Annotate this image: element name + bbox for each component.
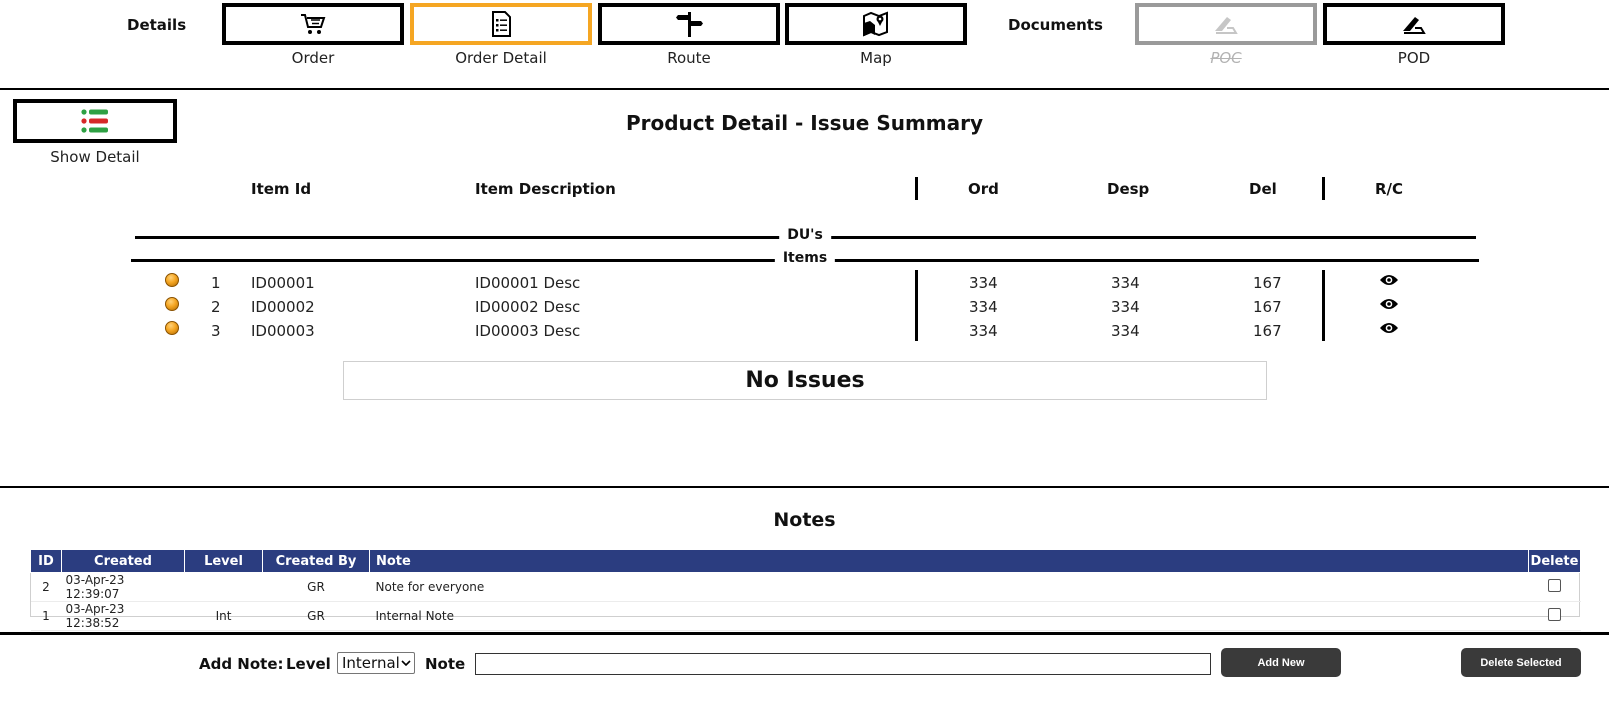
- column-separator: [1322, 177, 1325, 200]
- desp-value: 334: [1111, 322, 1140, 340]
- note-label: Note: [425, 655, 466, 673]
- dus-label: DU's: [779, 227, 831, 243]
- note-id: 1: [30, 601, 62, 631]
- item-id: ID00002: [251, 298, 315, 316]
- desp-value: 334: [1111, 274, 1140, 292]
- notes-table: ID Created Level Created By Note Delete …: [30, 549, 1581, 631]
- item-description: ID00003 Desc: [475, 322, 581, 340]
- order-caption: Order: [291, 49, 335, 67]
- del-value: 167: [1253, 274, 1282, 292]
- table-row: 2 03-Apr-23 12:39:07 GR Note for everyon…: [30, 572, 1581, 602]
- note-id: 2: [30, 572, 62, 602]
- ord-header: Ord: [968, 180, 999, 198]
- issues-summary-box: No Issues: [343, 361, 1267, 400]
- note-text: Note for everyone: [369, 572, 1529, 602]
- id-column-header[interactable]: ID: [30, 549, 62, 573]
- created-column-header[interactable]: Created: [61, 549, 185, 573]
- status-indicator-icon: [165, 273, 179, 287]
- ord-value: 334: [969, 274, 998, 292]
- add-new-button[interactable]: Add New: [1221, 648, 1341, 677]
- item-description: ID00002 Desc: [475, 298, 581, 316]
- desp-header: Desp: [1107, 180, 1150, 198]
- eye-icon[interactable]: [1379, 321, 1399, 335]
- chevron-down-icon: [401, 660, 411, 666]
- created-by-column-header[interactable]: Created By: [262, 549, 370, 573]
- item-description: ID00001 Desc: [475, 274, 581, 292]
- pod-button[interactable]: [1323, 3, 1505, 45]
- status-indicator-icon: [165, 297, 179, 311]
- row-number: 3: [211, 322, 221, 340]
- notes-header-row: ID Created Level Created By Note Delete: [30, 549, 1581, 573]
- rc-header: R/C: [1375, 180, 1404, 198]
- map-caption: Map: [860, 49, 892, 67]
- note-created: 03-Apr-23 12:39:07: [61, 572, 185, 602]
- cart-icon: [301, 14, 326, 34]
- note-created-by: GR: [262, 572, 370, 602]
- ord-value: 334: [969, 322, 998, 340]
- poc-caption: POC: [1210, 49, 1242, 67]
- item-id: ID00001: [251, 274, 315, 292]
- details-group-label: Details: [127, 16, 187, 34]
- add-note-divider: [0, 632, 1609, 635]
- status-indicator-icon: [165, 321, 179, 335]
- header-divider: [0, 88, 1609, 90]
- scanner-icon: [1215, 17, 1238, 34]
- show-detail-caption: Show Detail: [50, 148, 140, 166]
- note-created-by: GR: [262, 601, 370, 631]
- eye-icon[interactable]: [1379, 273, 1399, 287]
- ord-value: 334: [969, 298, 998, 316]
- product-detail-title: Product Detail - Issue Summary: [625, 111, 984, 135]
- delete-checkbox[interactable]: [1548, 608, 1561, 621]
- scanner-icon: [1403, 17, 1426, 34]
- note-column-header[interactable]: Note: [369, 549, 1529, 573]
- level-label: Level: [286, 655, 331, 673]
- document-list-icon: [492, 11, 511, 37]
- item-id: ID00003: [251, 322, 315, 340]
- map-pin-icon: [863, 11, 888, 37]
- route-button[interactable]: [598, 3, 780, 45]
- delete-selected-button[interactable]: Delete Selected: [1461, 648, 1581, 677]
- level-select-value: Internal: [342, 654, 400, 672]
- table-row: 1 03-Apr-23 12:38:52 Int GR Internal Not…: [30, 601, 1581, 631]
- del-value: 167: [1253, 322, 1282, 340]
- desp-value: 334: [1111, 298, 1140, 316]
- item-id-header: Item Id: [251, 180, 312, 198]
- note-created: 03-Apr-23 12:38:52: [61, 601, 185, 631]
- order-button[interactable]: [222, 3, 404, 45]
- column-separator: [915, 177, 918, 200]
- level-select[interactable]: Internal: [337, 652, 415, 674]
- delete-checkbox[interactable]: [1548, 579, 1561, 592]
- del-value: 167: [1253, 298, 1282, 316]
- eye-icon[interactable]: [1379, 297, 1399, 311]
- pod-caption: POD: [1397, 49, 1431, 67]
- note-text: Internal Note: [369, 601, 1529, 631]
- del-header: Del: [1249, 180, 1277, 198]
- note-input[interactable]: [475, 653, 1211, 675]
- row-column-separator: [915, 270, 918, 341]
- row-number: 2: [211, 298, 221, 316]
- documents-group-label: Documents: [1008, 16, 1103, 34]
- route-caption: Route: [667, 49, 711, 67]
- order-detail-caption: Order Detail: [455, 49, 547, 67]
- note-level: Int: [184, 601, 263, 631]
- row-number: 1: [211, 274, 221, 292]
- poc-button[interactable]: [1135, 3, 1317, 45]
- map-button[interactable]: [785, 3, 967, 45]
- items-label: Items: [774, 250, 836, 266]
- row-column-separator: [1322, 270, 1325, 341]
- delete-column-header[interactable]: Delete: [1528, 549, 1581, 573]
- notes-divider: [0, 486, 1609, 488]
- item-description-header: Item Description: [475, 180, 616, 198]
- note-level: [184, 572, 263, 602]
- order-detail-button[interactable]: [410, 3, 592, 45]
- level-column-header[interactable]: Level: [184, 549, 263, 573]
- signpost-icon: [676, 12, 703, 37]
- notes-title: Notes: [773, 509, 836, 531]
- add-note-label: Add Note:: [199, 655, 284, 673]
